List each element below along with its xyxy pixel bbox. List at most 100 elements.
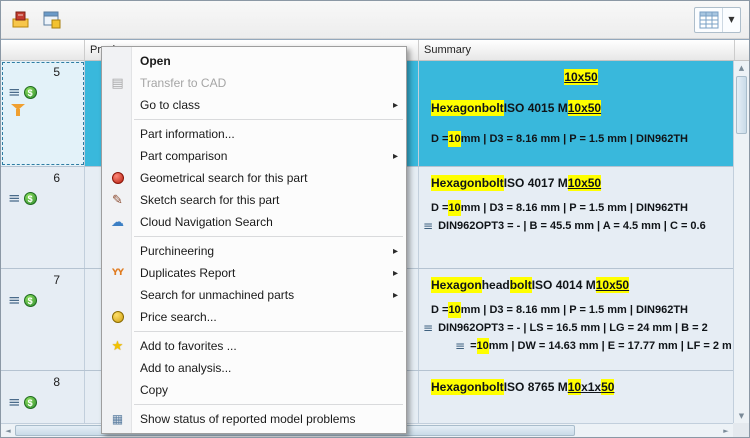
menu-item[interactable]: Go to class ▸ xyxy=(103,94,405,116)
vertical-scrollbar[interactable]: ▲ ▼ xyxy=(733,61,749,423)
menu-item-label: Go to class xyxy=(140,98,201,112)
menu-item[interactable]: ▦ Show status of reported model problems xyxy=(103,408,405,430)
scrollbar-corner xyxy=(733,423,749,437)
summary-text: 10x50 xyxy=(595,277,630,293)
favorites-star-icon-slot: ★ xyxy=(103,340,132,353)
sketch-search-icon: ✎ xyxy=(112,192,123,208)
vertical-scroll-thumb[interactable] xyxy=(736,76,747,134)
summary-text: mm | D3 = 8.16 mm | P = 1.5 mm | DIN962T… xyxy=(460,304,688,316)
grid-view-icon xyxy=(699,11,718,28)
summary-text: ISO 4014 M xyxy=(531,278,596,292)
report-icon xyxy=(12,11,29,27)
sketch-search-icon-slot: ✎ xyxy=(103,194,132,207)
grid-view-button[interactable] xyxy=(695,7,723,32)
summary-text: Hexagon xyxy=(431,277,482,293)
summary-text: bolt xyxy=(481,379,504,395)
menu-item[interactable]: Open xyxy=(103,50,405,72)
favorites-star-icon: ★ xyxy=(111,338,124,354)
save-view-button[interactable] xyxy=(39,7,65,33)
menu-item[interactable]: Part information... xyxy=(103,123,405,145)
row-number-cell[interactable]: 6 ≡ $ xyxy=(1,167,85,268)
vertical-scroll-track[interactable] xyxy=(734,135,749,409)
dollar-icon: $ xyxy=(23,192,37,205)
menu-item-label: Transfer to CAD xyxy=(140,76,227,90)
summary-cell[interactable]: Hexagon bolt ISO 4017 M 10x50 D = 10 mm | … xyxy=(419,167,733,268)
menu-item[interactable]: Purchineering ▸ xyxy=(103,240,405,262)
menu-item[interactable]: ☁ Cloud Navigation Search xyxy=(103,211,405,233)
status-icon: ▦ xyxy=(111,412,124,426)
summary-text: ISO 8765 M xyxy=(503,380,568,394)
view-dropdown-button[interactable]: ▼ xyxy=(723,8,740,32)
menu-item[interactable]: ★ Add to favorites ... xyxy=(103,335,405,357)
scroll-right-icon[interactable]: ► xyxy=(719,424,733,437)
cloud-search-icon: ☁ xyxy=(111,214,124,230)
application-window: ▼ Preview Summary 5≡$10x50Hexagon bolt I… xyxy=(0,0,750,438)
summary-text: ISO 4015 M xyxy=(503,101,568,115)
menu-item-label: Sketch search for this part xyxy=(140,193,280,207)
summary-text: head xyxy=(481,278,510,292)
summary-line: Hexagon bolt ISO 4017 M 10x50 xyxy=(431,175,731,191)
menu-item-label: Purchineering xyxy=(140,244,215,258)
menu-item-label: Cloud Navigation Search xyxy=(140,215,273,229)
summary-text: Hexagon xyxy=(431,175,482,191)
price-search-icon xyxy=(111,311,124,323)
menu-item-label: Duplicates Report xyxy=(140,266,236,280)
menu-item[interactable]: ✎ Sketch search for this part xyxy=(103,189,405,211)
summary-cell[interactable]: Hexagon head bolt ISO 4014 M 10x50 D = 10 … xyxy=(419,269,733,370)
row-icons: ≡ $ xyxy=(8,85,84,100)
menu-item[interactable]: Copy xyxy=(103,379,405,401)
context-menu: Open ▤ Transfer to CAD Go to class ▸ Part inf… xyxy=(101,46,407,434)
row-number: 6 xyxy=(53,171,60,185)
header-summary-column[interactable]: Summary xyxy=(419,40,735,60)
summary-cell[interactable]: Hexagon bolt ISO 8765 M 10 x1x 50 xyxy=(419,371,733,423)
menu-item[interactable]: Search for unmachined parts ▸ xyxy=(103,284,405,306)
summary-text: 10 xyxy=(448,200,461,216)
summary-text: 10x50 xyxy=(567,175,602,191)
summary-text: bolt xyxy=(481,100,504,116)
header-number-column[interactable] xyxy=(1,40,85,60)
price-search-icon-slot xyxy=(103,311,132,323)
summary-text: Hexagon xyxy=(431,379,482,395)
summary-line: D = 10 mm | D3 = 8.16 mm | P = 1.5 mm | … xyxy=(431,200,731,216)
menu-item[interactable]: Add to analysis... xyxy=(103,357,405,379)
horizontal-scroll-track[interactable] xyxy=(575,424,719,437)
row-number-cell[interactable]: 5 ≡ $ xyxy=(1,61,85,166)
cloud-search-icon-slot: ☁ xyxy=(103,216,132,229)
menu-separator xyxy=(134,119,403,120)
menu-separator xyxy=(134,236,403,237)
row-number: 7 xyxy=(53,273,60,287)
geometrical-search-icon-slot xyxy=(103,172,132,184)
summary-text: 10x50 xyxy=(564,69,598,85)
summary-cell[interactable]: 10x50 Hexagon bolt ISO 4015 M 10x50 D = 10 … xyxy=(419,61,733,166)
row-number-cell[interactable]: 7 ≡ $ xyxy=(1,269,85,370)
submenu-arrow-icon: ▸ xyxy=(392,289,398,301)
scroll-left-icon[interactable]: ◄ xyxy=(1,424,15,437)
scroll-down-icon[interactable]: ▼ xyxy=(734,409,749,423)
menu-separator xyxy=(134,331,403,332)
scroll-up-icon[interactable]: ▲ xyxy=(734,61,749,75)
dollar-icon: $ xyxy=(23,396,37,409)
menu-item[interactable]: YY Duplicates Report ▸ xyxy=(103,262,405,284)
summary-text: bolt xyxy=(481,175,504,191)
header-corner xyxy=(735,40,749,60)
menu-separator xyxy=(134,404,403,405)
summary-text: DIN962OPT3 = - | LS = 16.5 mm | LG = 24 … xyxy=(438,322,708,334)
duplicates-report-icon: YY xyxy=(111,267,124,278)
view-selector: ▼ xyxy=(694,6,741,33)
menu-item[interactable]: Geometrical search for this part xyxy=(103,167,405,189)
row-number-cell[interactable]: 8 ≡ $ xyxy=(1,371,85,423)
status-icon-slot: ▦ xyxy=(103,413,132,425)
menu-item[interactable]: ▤ Transfer to CAD xyxy=(103,72,405,94)
row-icons: ≡ $ xyxy=(8,395,84,410)
menu-item[interactable]: Part comparison ▸ xyxy=(103,145,405,167)
report-button[interactable] xyxy=(9,7,35,33)
transfer-cad-icon-slot: ▤ xyxy=(103,77,132,90)
summary-text: ISO 4017 M xyxy=(503,176,568,190)
menu-item-label: Add to analysis... xyxy=(140,361,232,375)
menu-item[interactable]: Price search... xyxy=(103,306,405,328)
list-icon: ≡ xyxy=(423,321,434,335)
summary-text: D = xyxy=(431,202,449,214)
summary-text: D = xyxy=(431,133,449,145)
menu-item-label: Open xyxy=(140,54,171,68)
dollar-icon: $ xyxy=(23,294,37,307)
